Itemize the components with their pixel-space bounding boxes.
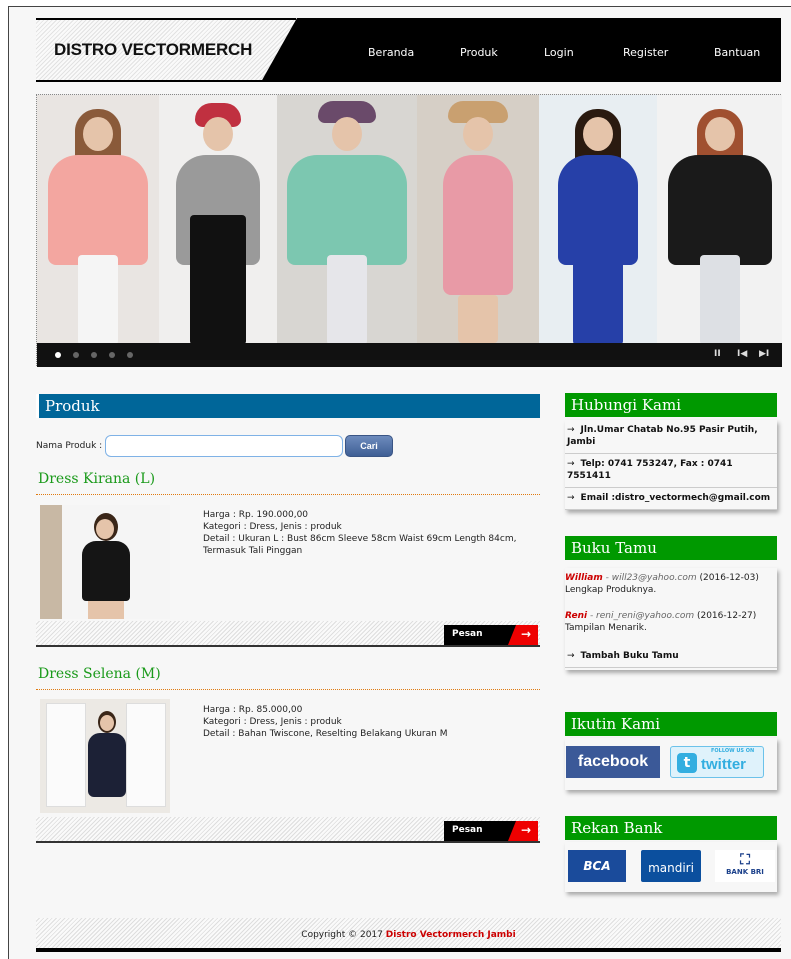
contact-email[interactable]: → Email :distro_vectormech@gmail.com xyxy=(565,488,777,510)
guestbook-heading: Buku Tamu xyxy=(565,536,777,560)
arrow-right-icon: → xyxy=(508,821,538,841)
guest-message: Tampilan Menarik. xyxy=(565,623,647,633)
copyright: Copyright © 2017 Distro Vectormerch Jamb… xyxy=(36,930,781,940)
guestbook-box: William - will23@yahoo.com (2016-12-03) … xyxy=(565,568,777,670)
bri-mark-icon: ⛶ xyxy=(740,852,750,868)
guestbook-entry: William - will23@yahoo.com (2016-12-03) … xyxy=(565,572,777,596)
order-label: Pesan xyxy=(452,825,483,835)
product-detail: Detail : Ukuran L : Bust 86cm Sleeve 58c… xyxy=(203,534,517,556)
contact-phone: → Telp: 0741 753247, Fax : 0741 7551411 xyxy=(565,454,777,488)
mandiri-logo[interactable]: mandiri xyxy=(641,850,701,882)
guest-date: (2016-12-27) xyxy=(696,611,757,621)
divider xyxy=(36,494,540,495)
nav-item-beranda[interactable]: Beranda xyxy=(368,46,414,59)
arrow-right-icon: → xyxy=(567,651,575,661)
bank-box: BCA mandiri ⛶ BANK BRI xyxy=(565,842,777,892)
model-photo xyxy=(277,95,417,343)
contact-address: → Jln.Umar Chatab No.95 Pasir Putih, Jamb… xyxy=(565,420,777,454)
guest-email: - reni_reni@yahoo.com xyxy=(589,611,695,621)
product-price: Harga : Rp. 190.000,00 xyxy=(203,510,309,520)
contact-heading: Hubungi Kami xyxy=(565,393,777,417)
copyright-brand[interactable]: Distro Vectormerch Jambi xyxy=(386,930,516,940)
image-slider[interactable]: II I◀ ▶I xyxy=(36,94,782,367)
search-input[interactable] xyxy=(105,435,343,457)
order-button[interactable]: Pesan → xyxy=(444,821,538,841)
prev-icon[interactable]: I◀ xyxy=(737,349,747,359)
product-title[interactable]: Dress Kirana (L) xyxy=(38,471,155,487)
guest-email: - will23@yahoo.com xyxy=(605,573,697,583)
arrow-right-icon: → xyxy=(567,459,575,469)
product-detail: Detail : Bahan Twiscone, Reselting Belak… xyxy=(203,729,448,739)
logo-area: DISTRO VECTORMERCH xyxy=(36,18,296,82)
nav-item-produk[interactable]: Produk xyxy=(460,46,498,59)
search-button[interactable]: Cari xyxy=(345,435,393,457)
product-price: Harga : Rp. 85.000,00 xyxy=(203,705,303,715)
bank-heading: Rekan Bank xyxy=(565,816,777,840)
order-button[interactable]: Pesan → xyxy=(444,625,538,645)
add-guestbook-link[interactable]: → Tambah Buku Tamu xyxy=(565,646,777,668)
slider-dot[interactable] xyxy=(91,352,97,358)
divider xyxy=(36,689,540,690)
guest-date: (2016-12-03) xyxy=(699,573,759,583)
slider-dot[interactable] xyxy=(73,352,79,358)
product-info: Harga : Rp. 190.000,00 Kategori : Dress,… xyxy=(203,509,533,557)
nav-item-register[interactable]: Register xyxy=(623,46,668,59)
guest-name: William xyxy=(565,573,603,583)
bri-label: BANK BRI xyxy=(726,868,764,876)
bri-logo[interactable]: ⛶ BANK BRI xyxy=(715,850,775,882)
guest-message: Lengkap Produknya. xyxy=(565,585,657,595)
contact-box: → Jln.Umar Chatab No.95 Pasir Putih, Jamb… xyxy=(565,420,777,510)
follow-heading: Ikutin Kami xyxy=(565,712,777,736)
site-footer: Copyright © 2017 Distro Vectormerch Jamb… xyxy=(36,918,781,952)
order-label: Pesan xyxy=(452,629,483,639)
twitter-button[interactable]: FOLLOW US ON t twitter xyxy=(670,746,764,778)
product-category: Kategori : Dress, Jenis : produk xyxy=(203,717,342,727)
twitter-caption: FOLLOW US ON xyxy=(711,748,755,754)
arrow-right-icon: → xyxy=(567,493,575,503)
model-photo xyxy=(539,95,657,343)
copyright-prefix: Copyright © 2017 xyxy=(301,930,383,940)
facebook-button[interactable]: facebook xyxy=(566,746,660,778)
product-footer: Pesan → xyxy=(36,817,540,843)
slider-dot[interactable] xyxy=(127,352,133,358)
product-title[interactable]: Dress Selena (M) xyxy=(38,666,161,682)
product-category: Kategori : Dress, Jenis : produk xyxy=(203,522,342,532)
nav-item-bantuan[interactable]: Bantuan xyxy=(714,46,760,59)
product-info: Harga : Rp. 85.000,00 Kategori : Dress, … xyxy=(203,704,533,740)
follow-box: facebook FOLLOW US ON t twitter xyxy=(565,738,777,790)
products-heading: Produk xyxy=(36,394,540,418)
slider-dot[interactable] xyxy=(55,352,61,358)
arrow-right-icon: → xyxy=(567,425,575,435)
site-header: DISTRO VECTORMERCH Beranda Produk Login … xyxy=(36,18,781,82)
slider-dot[interactable] xyxy=(109,352,115,358)
arrow-right-icon: → xyxy=(508,625,538,645)
model-photo xyxy=(37,95,159,343)
model-photo xyxy=(657,95,782,343)
site-logo[interactable]: DISTRO VECTORMERCH xyxy=(54,40,252,60)
guestbook-entry: Reni - reni_reni@yahoo.com (2016-12-27) … xyxy=(565,610,777,634)
search-label: Nama Produk : xyxy=(36,441,103,451)
twitter-bird-icon: t xyxy=(677,753,697,773)
slide-image xyxy=(37,95,782,343)
guest-name: Reni xyxy=(565,611,588,621)
nav-item-login[interactable]: Login xyxy=(544,46,574,59)
model-photo xyxy=(159,95,277,343)
bca-logo[interactable]: BCA xyxy=(568,850,626,882)
next-icon[interactable]: ▶I xyxy=(759,349,769,359)
slider-controls: II I◀ ▶I xyxy=(37,343,782,367)
pause-icon[interactable]: II xyxy=(714,349,721,359)
product-footer: Pesan → xyxy=(36,621,540,647)
product-image[interactable] xyxy=(40,699,170,813)
product-image[interactable] xyxy=(40,505,170,619)
model-photo xyxy=(417,95,539,343)
twitter-label: twitter xyxy=(701,756,746,773)
main-nav: Beranda Produk Login Register Bantuan xyxy=(261,18,781,82)
